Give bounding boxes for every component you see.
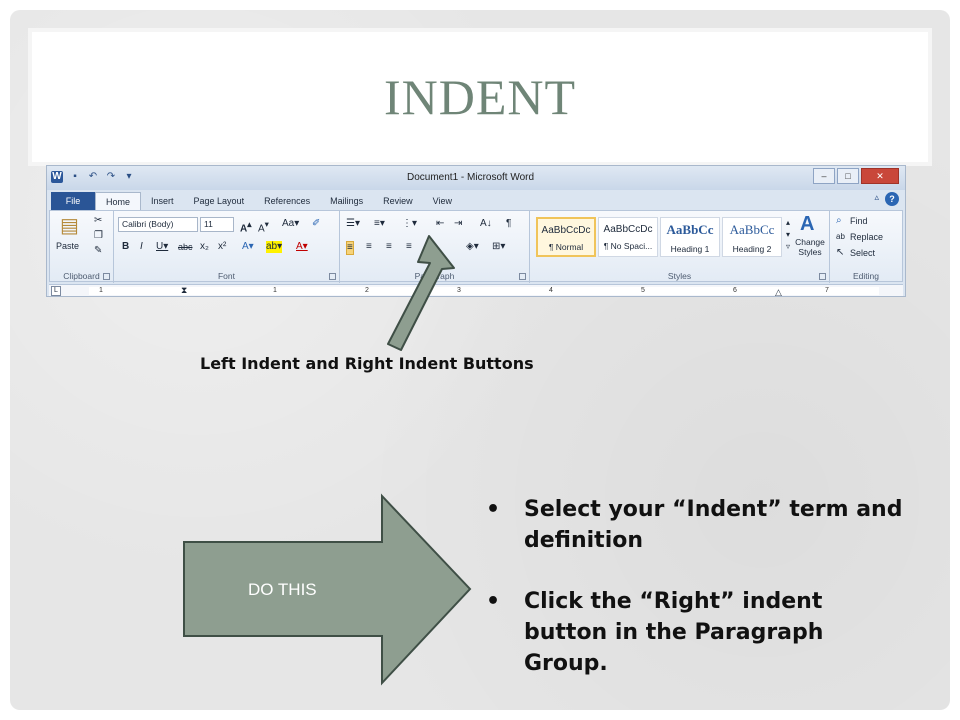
instruction-list: • Select your “Indent” term and definiti… <box>486 494 906 709</box>
instruction-item: • Select your “Indent” term and definiti… <box>486 494 906 556</box>
bullet-dot: • <box>486 497 501 522</box>
bullet-dot: • <box>486 589 501 614</box>
do-this-label: DO THIS <box>248 580 317 599</box>
callout-label: Left Indent and Right Indent Buttons <box>200 354 534 373</box>
indent-pointer-arrow <box>387 235 455 351</box>
instruction-text: Click the “Right” indent button in the P… <box>524 589 824 676</box>
instruction-text: Select your “Indent” term and definition <box>524 497 903 553</box>
do-this-arrow <box>183 493 472 686</box>
instruction-item: • Click the “Right” indent button in the… <box>486 586 906 679</box>
